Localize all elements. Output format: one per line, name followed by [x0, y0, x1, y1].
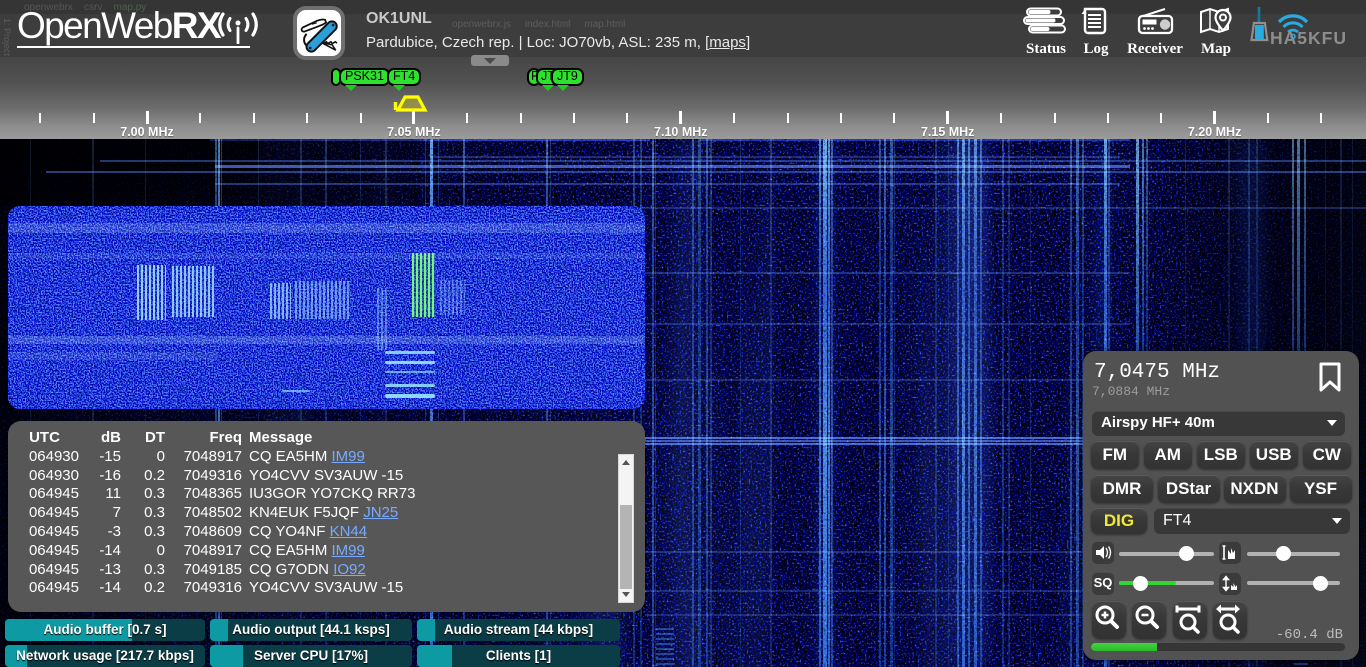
svg-text:HA5KFU: HA5KFU: [1270, 28, 1347, 46]
